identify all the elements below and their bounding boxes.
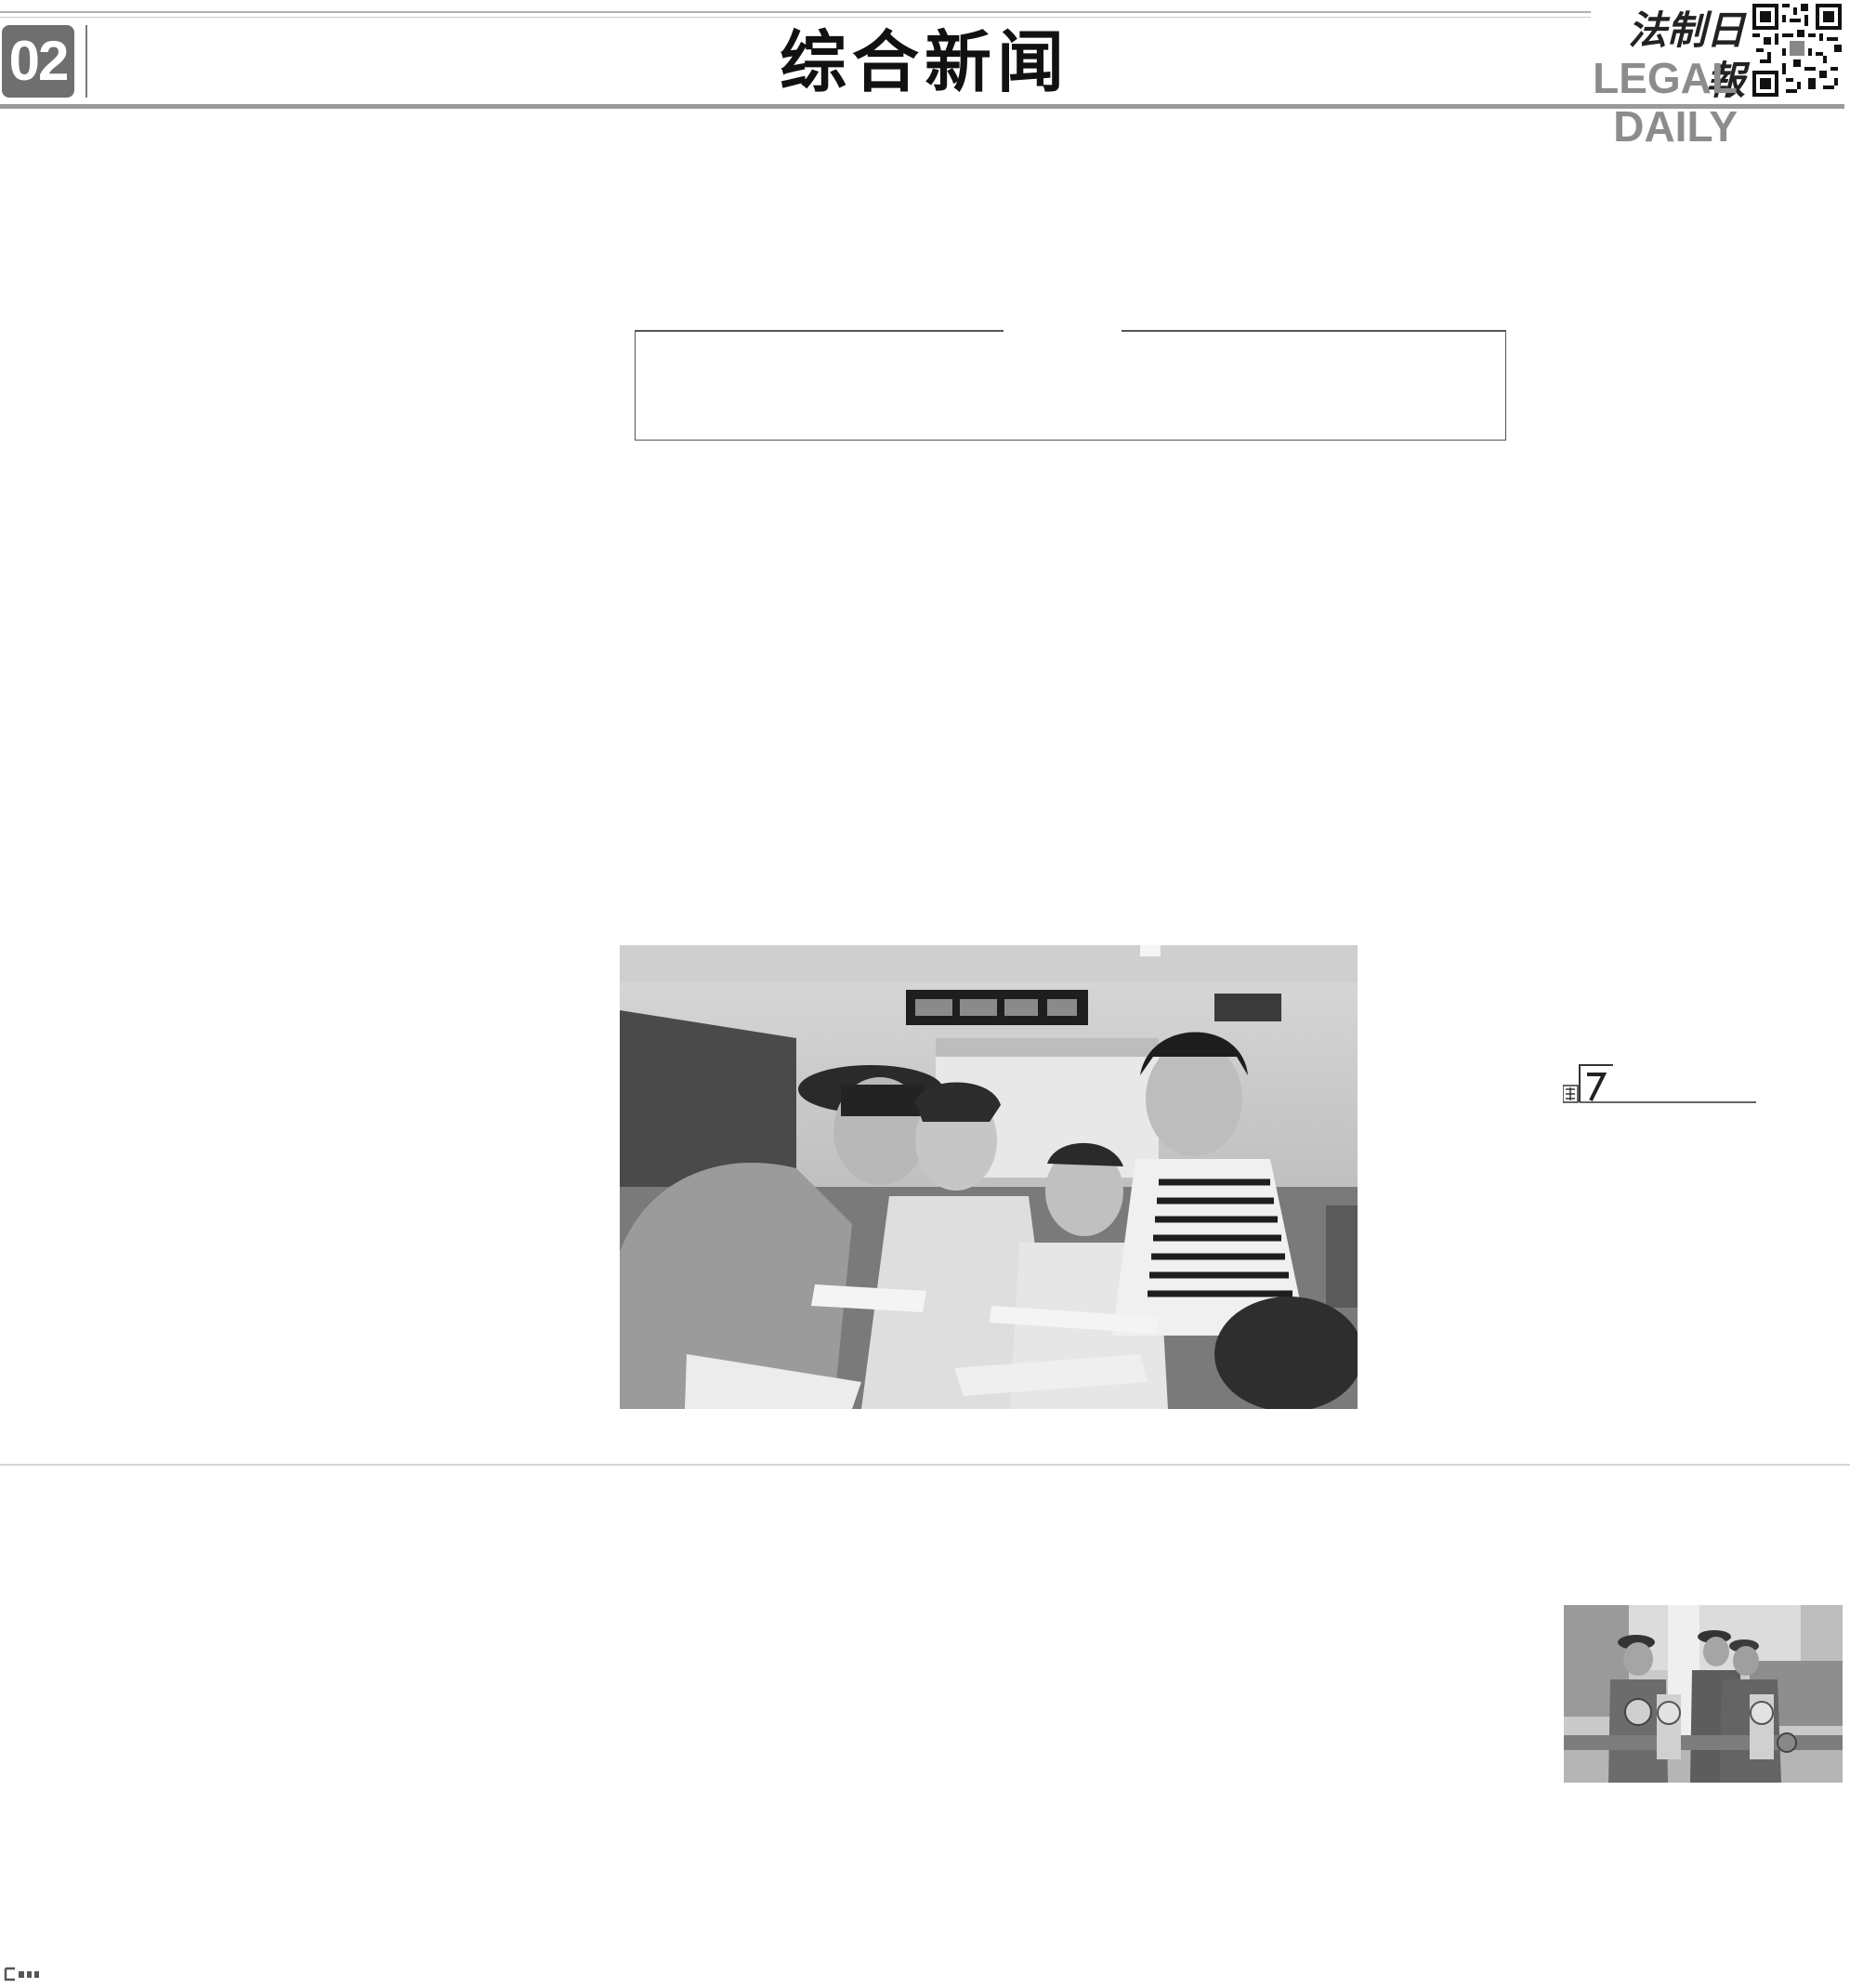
headline-box-top-left-border <box>635 330 1004 332</box>
header-bottom-rule <box>0 104 1844 109</box>
qr-code-icon[interactable] <box>1752 4 1842 97</box>
column-marker-icon <box>1562 1063 1758 1106</box>
back-arrow-icon[interactable] <box>4 1967 50 1981</box>
top-rule <box>0 11 1591 13</box>
headline-box <box>635 330 1506 441</box>
paper-name-chinese: 法制日報 <box>1627 7 1745 103</box>
top-rule-secondary <box>0 17 1591 18</box>
page-number-divider <box>85 25 87 98</box>
headline-box-top-right-border <box>1122 330 1506 332</box>
section-divider <box>0 1464 1850 1466</box>
section-title: 综合新闻 <box>779 22 1069 101</box>
page-number-badge: 02 <box>2 25 74 98</box>
paper-name-english: LEGAL DAILY <box>1593 54 1738 151</box>
news-photo-main <box>620 945 1358 1409</box>
news-photo-side <box>1564 1605 1843 1783</box>
